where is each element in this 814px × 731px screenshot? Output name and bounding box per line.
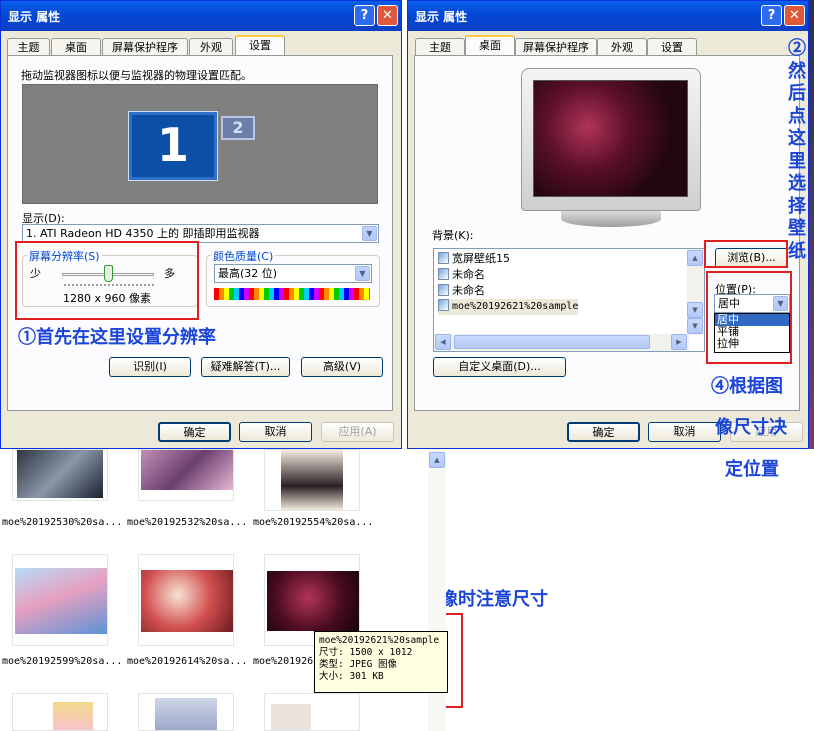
monitor-instruction: 拖动监视器图标以便与监视器的物理设置匹配。 bbox=[21, 69, 252, 82]
scroll-up-icon[interactable]: ▲ bbox=[687, 250, 703, 266]
tooltip-type: 类型: JPEG 图像 bbox=[319, 659, 398, 670]
background-list[interactable]: 宽屏壁纸15 未命名 未命名 moe%20192621%20sample ▲ ▼… bbox=[433, 248, 705, 352]
ok-button[interactable]: 确定 bbox=[567, 422, 640, 442]
monitor-preview bbox=[521, 68, 701, 211]
help-button[interactable]: ? bbox=[761, 5, 782, 26]
tooltip-filename: moe%20192621%20sample bbox=[319, 635, 440, 646]
color-quality-select[interactable]: 最高(32 位) ▼ bbox=[214, 264, 372, 283]
tab-themes[interactable]: 主题 bbox=[415, 38, 465, 56]
thumbnail-caption: moe%20192532%20sa... bbox=[127, 517, 248, 528]
cancel-button[interactable]: 取消 bbox=[648, 422, 721, 442]
monitor-stand bbox=[561, 211, 661, 227]
tab-settings[interactable]: 设置 bbox=[235, 35, 285, 56]
ok-button[interactable]: 确定 bbox=[158, 422, 231, 442]
scroll-down-icon[interactable]: ▼ bbox=[687, 318, 703, 334]
thumbnail-caption: moe%20192614%20sa... bbox=[127, 656, 248, 667]
troubleshoot-button[interactable]: 疑难解答(T)... bbox=[201, 357, 290, 377]
monitor-1-icon[interactable]: 1 bbox=[128, 111, 218, 181]
tab-appearance[interactable]: 外观 bbox=[597, 38, 647, 56]
list-item[interactable]: 未命名 bbox=[438, 267, 485, 283]
display-properties-settings-dialog: 显示 属性 ? ✕ 主题 桌面 屏幕保护程序 外观 设置 拖动监视器图标以便与监… bbox=[0, 0, 402, 449]
annotation-step-1: ①首先在这里设置分辨率 bbox=[18, 327, 216, 348]
chevron-down-icon: ▼ bbox=[355, 266, 370, 281]
image-file-icon bbox=[438, 268, 449, 280]
tab-settings[interactable]: 设置 bbox=[647, 38, 697, 56]
horizontal-scrollbar[interactable]: ◀ ▶ bbox=[434, 334, 689, 351]
tab-themes[interactable]: 主题 bbox=[7, 38, 50, 56]
list-item-label: moe%20192621%20sample bbox=[452, 301, 579, 312]
tab-appearance[interactable]: 外观 bbox=[189, 38, 233, 56]
title-bar: 显示 属性 bbox=[1, 1, 401, 31]
resolution-highlight-box bbox=[15, 241, 199, 320]
scroll-left-icon[interactable]: ◀ bbox=[435, 334, 451, 350]
thumbnail-image[interactable] bbox=[264, 449, 360, 511]
advanced-button[interactable]: 高级(V) bbox=[301, 357, 383, 377]
thumbnail-image[interactable] bbox=[138, 449, 234, 501]
help-button[interactable]: ? bbox=[354, 5, 375, 26]
position-highlight-box bbox=[706, 271, 792, 364]
cancel-button[interactable]: 取消 bbox=[239, 422, 312, 442]
list-item-label: 未命名 bbox=[452, 284, 485, 297]
color-quality-group: 颜色质量(C) 最高(32 位) ▼ bbox=[206, 248, 380, 307]
annotation-step-4-line3: 定位置 bbox=[725, 459, 779, 480]
close-button[interactable]: ✕ bbox=[377, 5, 398, 26]
color-quality-value: 最高(32 位) bbox=[218, 267, 278, 280]
apply-button[interactable]: 应用(A) bbox=[321, 422, 394, 442]
vertical-scrollbar[interactable]: ▲ ▼ ▼ bbox=[687, 249, 704, 335]
annotation-step-2: ②然后点这里选择壁纸 bbox=[788, 38, 806, 262]
thumbnail-caption: moe%20192554%20sa... bbox=[253, 517, 374, 528]
tab-screensaver[interactable]: 屏幕保护程序 bbox=[102, 38, 188, 56]
file-info-tooltip: moe%20192621%20sample 尺寸: 1500 x 1012 类型… bbox=[314, 631, 448, 693]
dialog-title: 显示 属性 bbox=[8, 10, 61, 24]
image-file-icon bbox=[438, 284, 449, 296]
display-select-value: 1. ATI Radeon HD 4350 上的 即插即用监视器 bbox=[26, 227, 260, 240]
color-spectrum-bar bbox=[214, 288, 370, 300]
close-button[interactable]: ✕ bbox=[784, 5, 805, 26]
identify-button[interactable]: 识别(I) bbox=[109, 357, 191, 377]
image-file-icon bbox=[438, 299, 449, 311]
list-item-label: 未命名 bbox=[452, 268, 485, 281]
tab-screensaver[interactable]: 屏幕保护程序 bbox=[515, 38, 597, 56]
background-label: 背景(K): bbox=[432, 229, 474, 242]
thumbnail-caption: moe%20192530%20sa... bbox=[2, 517, 123, 528]
wallpaper-preview-image bbox=[533, 80, 688, 197]
settings-panel: 拖动监视器图标以便与监视器的物理设置匹配。 1 2 显示(D): 1. ATI … bbox=[7, 55, 393, 411]
monitor-arrangement-area: 1 2 bbox=[22, 84, 378, 204]
tooltip-filesize: 大小: 301 KB bbox=[319, 671, 384, 682]
dialog-title: 显示 属性 bbox=[415, 10, 468, 24]
scroll-right-icon[interactable]: ▶ bbox=[671, 334, 687, 350]
thumbnail-caption: moe%20192599%20sa... bbox=[2, 656, 123, 667]
thumbnail-image[interactable] bbox=[12, 693, 108, 731]
color-quality-label: 颜色质量(C) bbox=[211, 248, 276, 264]
scroll-down-icon[interactable]: ▼ bbox=[687, 302, 703, 318]
customize-desktop-button[interactable]: 自定义桌面(D)... bbox=[433, 357, 566, 377]
thumbnail-image[interactable] bbox=[138, 554, 234, 646]
tooltip-dimensions: 尺寸: 1500 x 1012 bbox=[319, 647, 413, 658]
browse-highlight-box bbox=[704, 240, 788, 268]
monitor-2-icon[interactable]: 2 bbox=[221, 116, 255, 140]
chevron-down-icon: ▼ bbox=[362, 226, 377, 241]
thumbnail-image[interactable] bbox=[138, 693, 234, 731]
list-item-label: 宽屏壁纸15 bbox=[452, 252, 510, 265]
background-edge bbox=[809, 0, 814, 449]
annotation-step-4-line1: ④根据图 bbox=[711, 376, 783, 397]
annotation-step-4-line2: 像尺寸决 bbox=[715, 417, 787, 438]
thumbnail-image[interactable] bbox=[12, 554, 108, 646]
thumbnail-image[interactable] bbox=[264, 693, 360, 731]
list-item[interactable]: 宽屏壁纸15 bbox=[438, 251, 510, 267]
image-file-icon bbox=[438, 252, 449, 264]
tab-desktop[interactable]: 桌面 bbox=[465, 35, 515, 56]
thumbnail-image[interactable] bbox=[12, 449, 108, 501]
tab-desktop[interactable]: 桌面 bbox=[51, 38, 101, 56]
list-item-selected[interactable]: moe%20192621%20sample bbox=[438, 299, 579, 315]
title-bar: 显示 属性 bbox=[408, 1, 808, 31]
list-item[interactable]: 未命名 bbox=[438, 283, 485, 299]
scroll-thumb[interactable] bbox=[454, 335, 650, 349]
scroll-up-icon[interactable]: ▲ bbox=[429, 452, 445, 468]
